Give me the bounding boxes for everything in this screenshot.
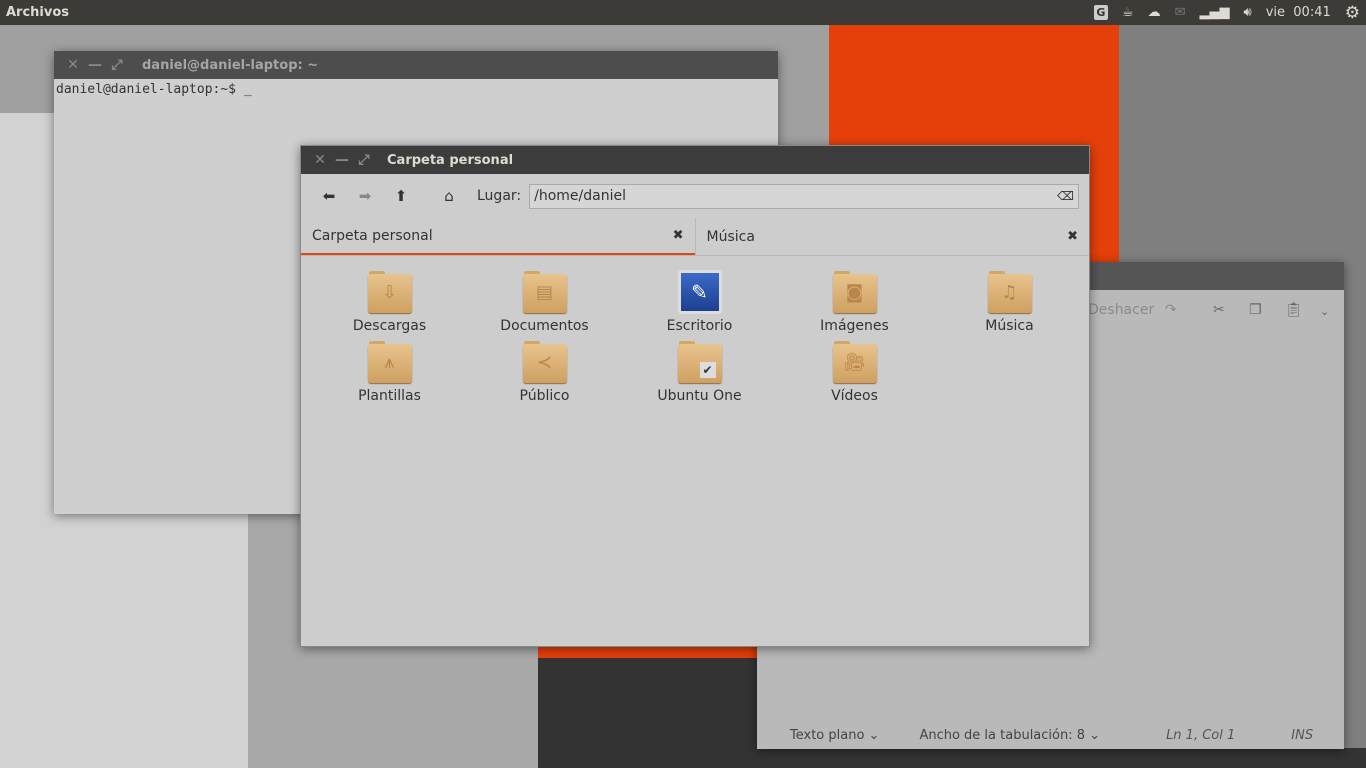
item-label: Plantillas: [358, 388, 421, 404]
close-tab-icon[interactable]: ✖: [1067, 229, 1078, 244]
item-label: Ubuntu One: [657, 388, 742, 404]
close-tab-icon[interactable]: ✖: [673, 228, 684, 243]
mail-icon[interactable]: ✉: [1175, 5, 1186, 20]
location-value: /home/daniel: [534, 188, 626, 204]
language-selector[interactable]: Texto plano ⌄: [790, 728, 879, 743]
location-toolbar: ⬅ ➡ ⬆ ⌂ Lugar: /home/daniel ⌫: [301, 174, 1089, 218]
tab-label: Música: [706, 228, 755, 245]
terminal-titlebar: ✕ — ⤢ daniel@daniel-laptop: ~: [54, 51, 778, 79]
undo-button[interactable]: Deshacer: [1088, 302, 1154, 318]
network-icon[interactable]: ▂▄▆: [1200, 5, 1230, 20]
paste-icon[interactable]: 📋︎: [1285, 302, 1303, 318]
file-manager-titlebar: ✕ — ⤢ Carpeta personal: [301, 146, 1089, 174]
file-manager-window: ✕ — ⤢ Carpeta personal ⬅ ➡ ⬆ ⌂ Lugar: /h…: [300, 145, 1090, 647]
home-icon[interactable]: ⌂: [431, 187, 467, 205]
clock-day: vie: [1265, 5, 1286, 20]
folder-escritorio[interactable]: ✎ Escritorio: [622, 270, 777, 334]
folder-videos[interactable]: 🎥︎ Vídeos: [777, 340, 932, 404]
cut-icon[interactable]: ✂: [1213, 302, 1225, 318]
back-arrow-icon[interactable]: ⬅: [311, 187, 347, 205]
item-label: Vídeos: [831, 388, 878, 404]
redo-icon[interactable]: ↷: [1165, 302, 1177, 318]
cloud-icon[interactable]: ☁: [1148, 5, 1161, 20]
gear-icon[interactable]: ⚙: [1345, 3, 1360, 23]
terminal-output[interactable]: daniel@daniel-laptop:~$ _: [54, 79, 778, 100]
desktop-folder-icon: ✎: [677, 270, 722, 314]
folder-descargas[interactable]: ⇩ Descargas: [312, 270, 467, 334]
up-arrow-icon[interactable]: ⬆: [383, 187, 419, 205]
top-panel: Archivos G ☕ ☁ ✉ ▂▄▆ 🔊︎ vie 00:41 ⚙: [0, 0, 1366, 25]
tab-width-label: Ancho de la tabulación:: [919, 727, 1073, 743]
share-folder-icon: ≺: [522, 340, 567, 384]
tab-carpeta-personal[interactable]: Carpeta personal ✖: [301, 218, 695, 255]
folder-plantillas[interactable]: ⩚ Plantillas: [312, 340, 467, 404]
volume-icon[interactable]: 🔊︎: [1244, 5, 1252, 20]
maximize-icon[interactable]: ⤢: [353, 152, 375, 168]
wallpaper-block: [757, 748, 1366, 768]
check-folder-icon: ✔: [677, 340, 722, 384]
item-label: Descargas: [352, 318, 427, 334]
item-label: Público: [519, 388, 570, 404]
close-icon[interactable]: ✕: [62, 57, 84, 73]
folder-documentos[interactable]: ▤ Documentos: [467, 270, 622, 334]
minimize-icon[interactable]: —: [84, 57, 106, 73]
folder-ubuntu-one[interactable]: ✔ Ubuntu One: [622, 340, 777, 404]
editor-statusbar: Texto plano ⌄ Ancho de la tabulación: 8 …: [757, 721, 1344, 749]
clock[interactable]: vie 00:41: [1266, 5, 1331, 20]
location-label: Lugar:: [477, 188, 522, 204]
window-title: daniel@daniel-laptop: ~: [142, 57, 319, 73]
tab-width-selector[interactable]: Ancho de la tabulación: 8 ⌄: [919, 728, 1100, 743]
tab-width-value: 8: [1076, 727, 1086, 743]
app-menu-title[interactable]: Archivos: [6, 5, 69, 20]
tab-bar: Carpeta personal ✖ Música ✖: [301, 218, 1089, 256]
item-label: Escritorio: [666, 318, 733, 334]
music-folder-icon: ♫: [987, 270, 1032, 314]
location-input[interactable]: /home/daniel ⌫: [529, 183, 1079, 209]
insert-mode: INS: [1291, 727, 1314, 743]
g-indicator-icon[interactable]: G: [1093, 5, 1108, 20]
item-label: Documentos: [500, 318, 589, 334]
folder-musica[interactable]: ♫ Música: [932, 270, 1087, 334]
clear-icon[interactable]: ⌫: [1057, 189, 1074, 203]
forward-arrow-icon[interactable]: ➡: [347, 187, 383, 205]
file-grid: ⇩ Descargas ▤ Documentos ✎ Escritorio ◙ Imág…: [301, 256, 1089, 404]
camera-folder-icon: ◙: [832, 270, 877, 314]
maximize-icon[interactable]: ⤢: [106, 57, 128, 73]
wallpaper-block: [538, 645, 757, 768]
tab-label: Carpeta personal: [312, 227, 433, 244]
download-folder-icon: ⇩: [367, 270, 412, 314]
folder-imagenes[interactable]: ◙ Imágenes: [777, 270, 932, 334]
cursor-position: Ln 1, Col 1: [1166, 727, 1236, 743]
chevron-down-icon[interactable]: ⌄: [1320, 305, 1329, 318]
coffee-icon[interactable]: ☕: [1122, 5, 1134, 20]
minimize-icon[interactable]: —: [331, 152, 353, 168]
item-label: Imágenes: [820, 318, 889, 334]
close-icon[interactable]: ✕: [309, 152, 331, 168]
document-folder-icon: ▤: [522, 270, 567, 314]
clock-time: 00:41: [1293, 5, 1331, 20]
language-label: Texto plano: [790, 727, 865, 743]
item-label: Música: [985, 318, 1034, 334]
tab-musica[interactable]: Música ✖: [694, 218, 1090, 255]
compass-folder-icon: ⩚: [367, 340, 412, 384]
film-folder-icon: 🎥︎: [832, 340, 877, 384]
window-title: Carpeta personal: [387, 152, 514, 168]
copy-icon[interactable]: ❐: [1249, 302, 1262, 318]
folder-publico[interactable]: ≺ Público: [467, 340, 622, 404]
